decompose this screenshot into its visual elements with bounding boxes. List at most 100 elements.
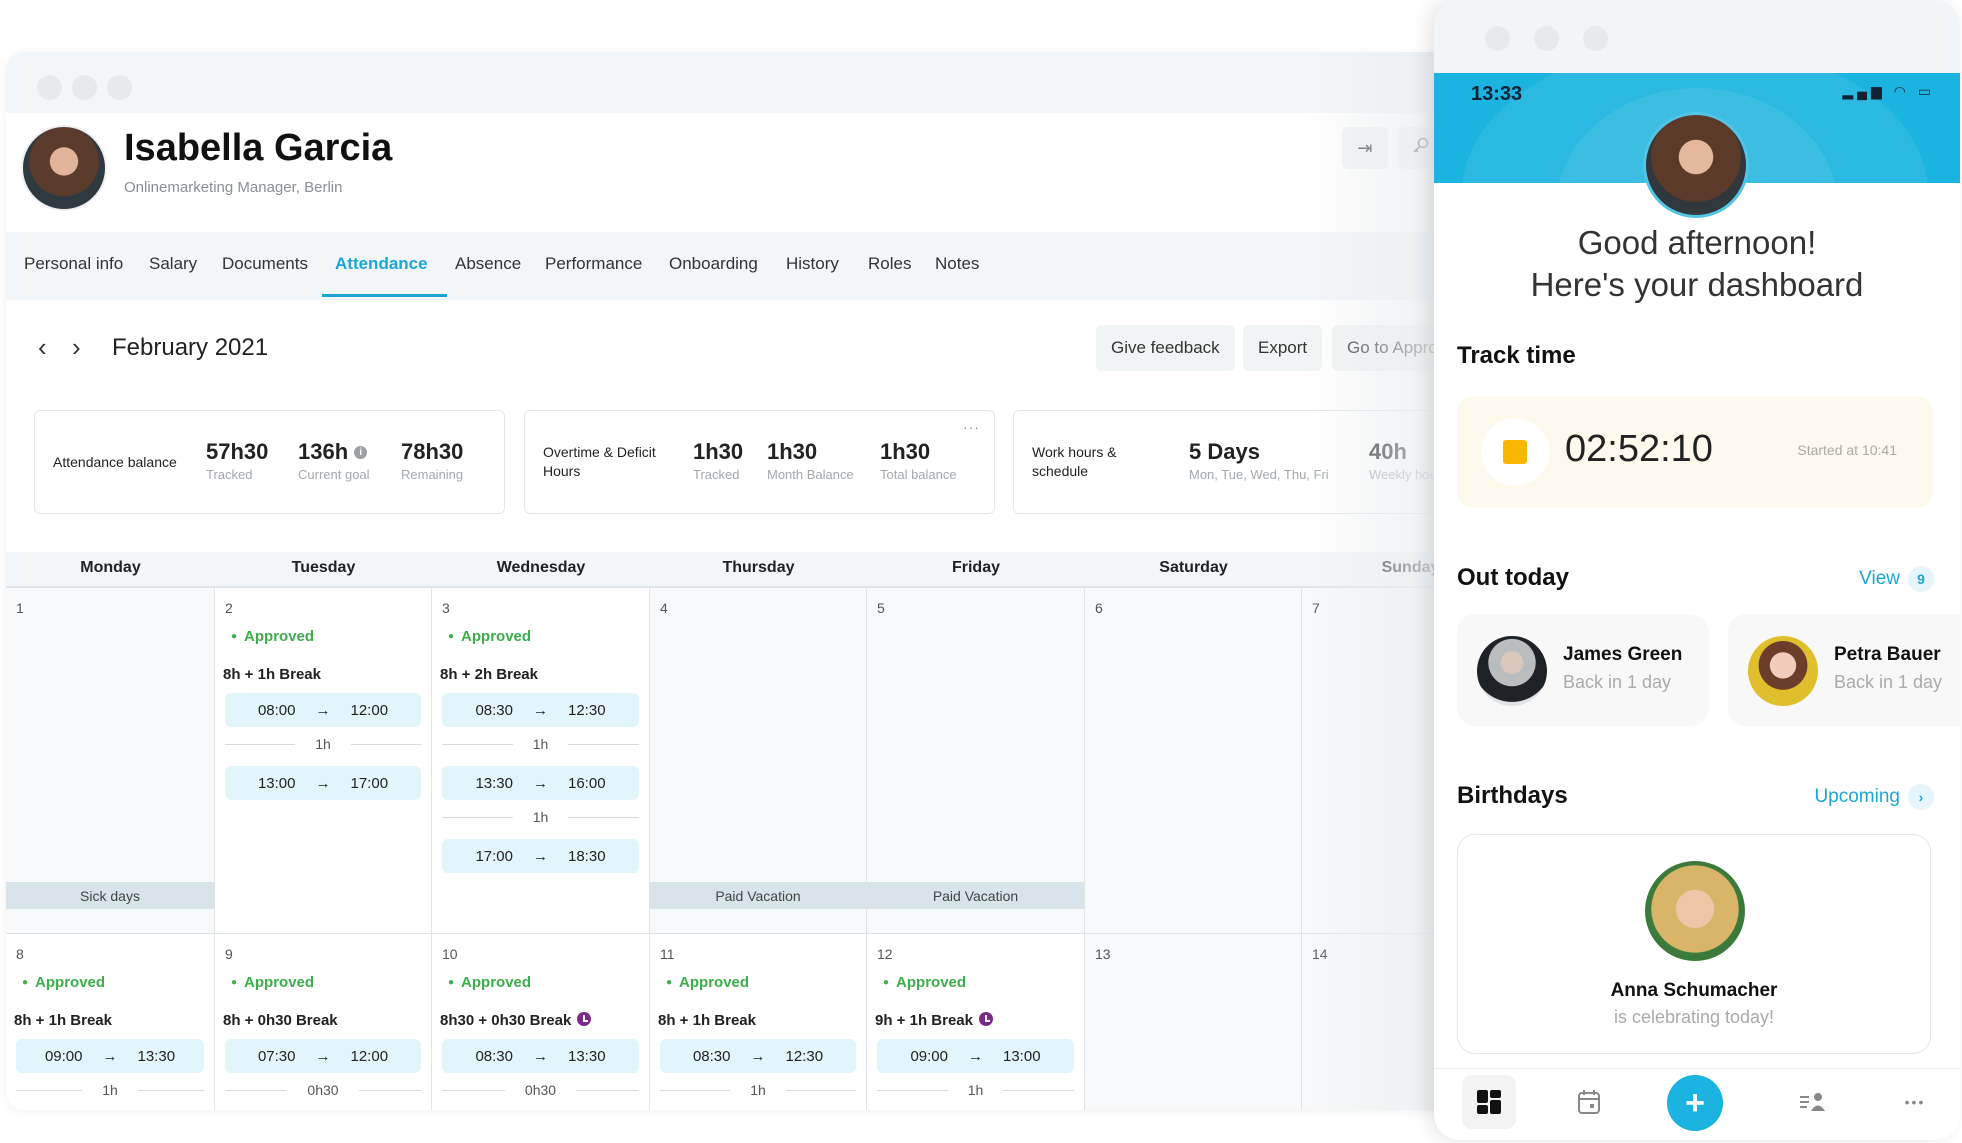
calendar-day-cell[interactable]: 9 Approved 8h + 0h30 Break 07:30 → 12:00 0h30 bbox=[215, 934, 432, 1110]
tab-attendance[interactable]: Attendance bbox=[335, 254, 428, 274]
absence-band[interactable]: Paid Vacation bbox=[650, 882, 866, 909]
out-person-card[interactable]: Petra Bauer Back in 1 day bbox=[1728, 614, 1960, 726]
calendar-day-cell[interactable]: 3 Approved 8h + 2h Break 08:30 → 12:30 1h 13:30… bbox=[432, 588, 650, 934]
tab-history[interactable]: History bbox=[786, 254, 839, 274]
window-titlebar bbox=[6, 52, 1446, 113]
calendar-day-cell[interactable]: 5 Paid Vacation bbox=[867, 588, 1085, 934]
calendar-day-cell[interactable]: 11 Approved 8h + 1h Break 08:30 → 12:30 1h bbox=[650, 934, 867, 1110]
time-entry[interactable]: 13:30 → 16:00 bbox=[442, 766, 639, 800]
time-entry[interactable]: 17:00 → 18:30 bbox=[442, 839, 639, 873]
day-number: 6 bbox=[1095, 600, 1103, 616]
time-entry[interactable]: 09:00 → 13:30 bbox=[16, 1039, 204, 1073]
tab-people[interactable] bbox=[1786, 1075, 1840, 1129]
calendar-icon bbox=[1578, 1090, 1600, 1114]
tab-onboarding[interactable]: Onboarding bbox=[669, 254, 758, 274]
track-time-title: Track time bbox=[1457, 342, 1576, 369]
day-number: 3 bbox=[442, 600, 450, 616]
more-options-icon[interactable]: ··· bbox=[963, 419, 980, 435]
chevron-left-icon[interactable]: ‹ bbox=[38, 332, 47, 363]
info-icon[interactable]: i bbox=[354, 446, 368, 459]
calendar-day-cell[interactable]: 7 bbox=[1302, 588, 1446, 934]
add-button[interactable]: + bbox=[1667, 1075, 1723, 1131]
go-to-approvals-button[interactable]: Go to Appro bbox=[1332, 325, 1446, 371]
day-number: 1 bbox=[16, 600, 24, 616]
absence-band[interactable]: Sick days bbox=[6, 882, 214, 909]
stop-button[interactable] bbox=[1481, 418, 1549, 486]
tab-roles[interactable]: Roles bbox=[868, 254, 911, 274]
calendar-day-cell[interactable]: 4 Paid Vacation bbox=[650, 588, 867, 934]
arrow-right-icon: → bbox=[533, 847, 548, 865]
day-number: 12 bbox=[877, 946, 893, 962]
arrow-right-icon: → bbox=[533, 1047, 548, 1065]
chevron-right-icon[interactable]: › bbox=[72, 332, 81, 363]
absence-band[interactable]: Paid Vacation bbox=[867, 882, 1084, 909]
sign-in-button[interactable]: ⇥ bbox=[1342, 127, 1388, 169]
time-entry[interactable]: 08:30 → 13:30 bbox=[442, 1039, 639, 1073]
calendar-day-cell[interactable]: 14 bbox=[1302, 934, 1446, 1110]
tab-documents[interactable]: Documents bbox=[222, 254, 308, 274]
window-maximize-dot[interactable] bbox=[107, 75, 132, 100]
calendar-day-cell[interactable]: 2 Approved 8h + 1h Break 08:00 → 12:00 1h 13:00… bbox=[215, 588, 432, 934]
phone-titlebar bbox=[1434, 0, 1960, 73]
card-label: Work hours & schedule bbox=[1032, 444, 1117, 479]
view-out-today-link[interactable]: View 9 bbox=[1859, 566, 1934, 592]
sign-in-icon: ⇥ bbox=[1357, 137, 1373, 158]
day-number: 5 bbox=[877, 600, 885, 616]
break-duration: 1h bbox=[877, 1080, 1074, 1100]
calendar-day-cell[interactable]: 6 bbox=[1085, 588, 1302, 934]
upcoming-birthdays-link[interactable]: Upcoming › bbox=[1814, 784, 1934, 810]
approved-status: Approved bbox=[448, 628, 531, 645]
day-number: 10 bbox=[442, 946, 458, 962]
tab-absence[interactable]: Absence bbox=[455, 254, 521, 274]
calendar-day-cell[interactable]: 1 Sick days bbox=[6, 588, 215, 934]
day-header-wednesday: Wednesday bbox=[496, 559, 586, 576]
user-avatar[interactable] bbox=[1643, 112, 1749, 218]
time-entry[interactable]: 08:00 → 12:00 bbox=[225, 693, 421, 727]
more-icon[interactable]: ••• bbox=[1888, 1075, 1942, 1129]
card-label: Overtime & Deficit Hours bbox=[543, 444, 656, 479]
export-button[interactable]: Export bbox=[1243, 325, 1323, 371]
window-close-dot[interactable] bbox=[37, 75, 62, 100]
tab-calendar[interactable] bbox=[1562, 1075, 1616, 1129]
desktop-window: Isabella Garcia Onlinemarketing Manager,… bbox=[6, 52, 1446, 1110]
stop-icon bbox=[1503, 440, 1527, 464]
end-time: 12:30 bbox=[568, 701, 606, 719]
break-duration: 1h bbox=[442, 734, 639, 754]
birthday-card[interactable]: Anna Schumacher is celebrating today! bbox=[1457, 834, 1931, 1054]
calendar-day-cell[interactable]: 10 Approved 8h30 + 0h30 Break 08:30 → 13:30 0h… bbox=[432, 934, 650, 1110]
break-duration: 1h bbox=[660, 1080, 856, 1100]
calendar-day-cell[interactable]: 13 bbox=[1085, 934, 1302, 1110]
break-summary: 8h + 2h Break bbox=[440, 666, 538, 683]
break-duration: 0h30 bbox=[442, 1080, 639, 1100]
end-time: 12:30 bbox=[785, 1047, 824, 1065]
tab-performance[interactable]: Performance bbox=[545, 254, 642, 274]
arrow-right-icon: → bbox=[533, 701, 548, 719]
window-minimize-dot[interactable] bbox=[1534, 26, 1559, 51]
calendar-header: Monday Tuesday Wednesday Thursday Friday Satu… bbox=[6, 552, 1446, 588]
window-maximize-dot[interactable] bbox=[1583, 26, 1608, 51]
profile-tabs: Personal info Salary Documents Attendanc… bbox=[6, 232, 1446, 300]
give-feedback-button[interactable]: Give feedback bbox=[1096, 325, 1235, 371]
break-duration: 0h30 bbox=[225, 1080, 421, 1100]
break-summary: 8h30 + 0h30 Break bbox=[440, 1012, 592, 1029]
window-minimize-dot[interactable] bbox=[72, 75, 97, 100]
time-entry[interactable]: 07:30 → 12:00 bbox=[225, 1039, 421, 1073]
tab-dashboard[interactable] bbox=[1462, 1075, 1516, 1129]
window-close-dot[interactable] bbox=[1485, 26, 1510, 51]
calendar-day-cell[interactable]: 12 Approved 9h + 1h Break 09:00 → 13:00 1h bbox=[867, 934, 1085, 1110]
tab-notes[interactable]: Notes bbox=[935, 254, 979, 274]
out-person-card[interactable]: James Green Back in 1 day bbox=[1457, 614, 1709, 726]
time-entry[interactable]: 08:30 → 12:30 bbox=[442, 693, 639, 727]
day-header-tuesday: Tuesday bbox=[291, 559, 356, 576]
break-duration: 1h bbox=[16, 1080, 204, 1100]
stat-total-balance: 1h30 Total balance bbox=[880, 439, 957, 482]
time-entry[interactable]: 08:30 → 12:30 bbox=[660, 1039, 856, 1073]
tab-salary[interactable]: Salary bbox=[149, 254, 197, 274]
arrow-right-icon: → bbox=[533, 774, 548, 792]
dashboard-icon bbox=[1477, 1090, 1501, 1114]
time-entry[interactable]: 09:00 → 13:00 bbox=[877, 1039, 1074, 1073]
start-time: 08:30 bbox=[475, 701, 513, 719]
tab-personal-info[interactable]: Personal info bbox=[24, 254, 123, 274]
calendar-day-cell[interactable]: 8 Approved 8h + 1h Break 09:00 → 13:30 1h bbox=[6, 934, 215, 1110]
time-entry[interactable]: 13:00 → 17:00 bbox=[225, 766, 421, 800]
